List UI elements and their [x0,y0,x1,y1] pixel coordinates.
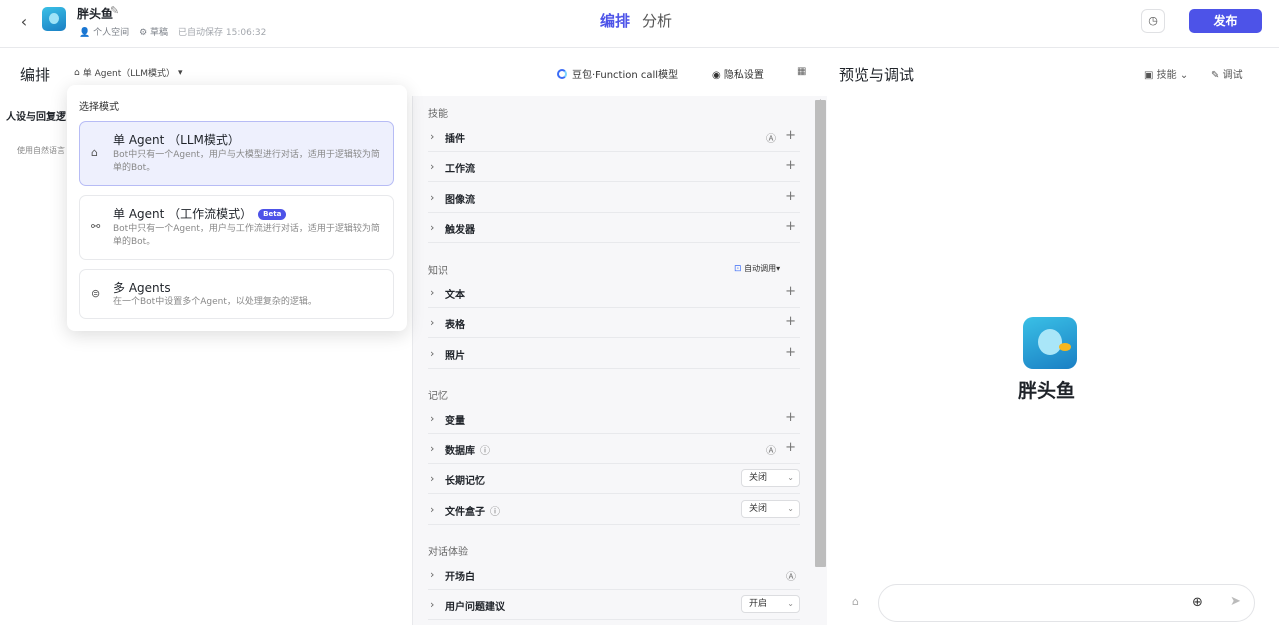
row-variable[interactable]: › 变量 + [428,404,800,434]
add-icon[interactable]: + [785,219,796,234]
row-file-box[interactable]: › 文件盒子 ⓘ 关闭 ⌄ [428,495,800,525]
model-select[interactable]: 豆包·Function call模型 [557,66,678,81]
long-term-memory-select[interactable]: 关闭 ⌄ [741,469,800,487]
file-box-select[interactable]: 关闭 ⌄ [741,500,800,518]
row-photo[interactable]: › 照片 + [428,339,800,369]
chevron-right-icon: › [430,221,435,234]
tab-arrange[interactable]: 编排 [600,10,630,31]
row-plugin[interactable]: › 插件 Ⓐ + [428,122,800,152]
preview-title: 预览与调试 [839,66,915,84]
skills-group-label: 技能 [428,109,448,120]
agent-mode-icon: ⌂ [91,146,98,159]
row-opening[interactable]: › 开场白 Ⓐ [428,560,800,590]
add-icon[interactable]: + [785,345,796,360]
arrange-title: 编排 [20,66,51,84]
skills-icon: ▣ [1144,70,1154,81]
dialog-group-label: 对话体验 [428,547,468,558]
top-bar: ‹ 胖头鱼 ✎ 👤 个人空间 ⚙ 草稿 已自动保存 15:06:32 编排 分析… [0,0,1279,48]
auto-call-select[interactable]: ⊡ 自动调用▾ [734,263,780,274]
beta-badge: Beta [258,209,287,220]
layout-grid-icon[interactable]: ▦ [797,66,806,77]
caret-down-icon: ▾ [178,67,183,78]
chevron-down-icon: ⌄ [787,504,794,513]
history-icon[interactable]: ◷ [1141,9,1165,33]
add-icon[interactable]: + [785,314,796,329]
chevron-down-icon: ⌄ [787,599,794,608]
debug-button[interactable]: ✎ 调试 [1211,66,1243,81]
autosave-label: 已自动保存 15:06:32 [178,28,267,38]
persona-hint: 使用自然语言 [17,146,65,155]
send-icon[interactable]: ➤ [1230,594,1241,609]
mode-option-llm[interactable]: ⌂ 单 Agent （LLM模式） Bot中只有一个Agent，用户与大模型进行… [79,121,394,186]
row-question-suggest[interactable]: › 用户问题建议 开启 ⌄ [428,590,800,620]
bot-meta: 👤 个人空间 ⚙ 草稿 已自动保存 15:06:32 [79,25,266,38]
bot-avatar [42,7,66,31]
memory-group-label: 记忆 [428,391,448,402]
dropdown-title: 选择模式 [79,102,119,113]
auto-call-icon: ⊡ [734,264,742,274]
bot-name: 胖头鱼 [77,7,114,21]
chevron-right-icon: › [430,472,435,485]
workflow-icon: ⚯ [91,220,101,233]
knowledge-group-label: 知识 [428,266,448,277]
chevron-right-icon: › [430,347,435,360]
chevron-right-icon: › [430,442,435,455]
privacy-settings[interactable]: ◉ 隐私设置 [712,66,764,81]
clear-chat-icon[interactable]: ⌂ [852,595,859,608]
chevron-down-icon: ⌄ [787,473,794,482]
main-tabs: 编排 分析 [600,10,672,31]
mode-option-multi[interactable]: ⊜ 多 Agents 在一个Bot中设置多个Agent，以处理复杂的逻辑。 [79,269,394,319]
auto-icon: Ⓐ [766,446,776,457]
edit-icon[interactable]: ✎ [110,4,119,17]
add-icon[interactable]: + [785,440,796,455]
agent-mode-icon: ⌂ [74,67,80,78]
row-trigger[interactable]: › 触发器 + [428,213,800,243]
chevron-right-icon: › [430,503,435,516]
chevron-right-icon: › [430,598,435,611]
row-long-term-memory[interactable]: › 长期记忆 关闭 ⌄ [428,464,800,494]
info-icon[interactable]: ⓘ [490,507,500,518]
row-database[interactable]: › 数据库 ⓘ Ⓐ + [428,434,800,464]
publish-button[interactable]: 发布 [1189,9,1262,33]
add-icon[interactable]: + [785,128,796,143]
row-table[interactable]: › 表格 + [428,308,800,338]
row-text[interactable]: › 文本 + [428,278,800,308]
mode-select[interactable]: ⌂ 单 Agent（LLM模式） ▾ [74,66,183,80]
add-icon[interactable]: + [785,410,796,425]
eye-icon: ◉ [712,70,721,81]
persona-title: 人设与回复逻 [6,112,66,123]
chevron-right-icon: › [430,412,435,425]
info-icon[interactable]: ⓘ [480,446,490,457]
draft-label: ⚙ 草稿 [139,28,169,38]
mode-option-workflow[interactable]: ⚯ 单 Agent （工作流模式） Beta Bot中只有一个Agent，用户与工… [79,195,394,260]
add-icon[interactable]: + [785,284,796,299]
skills-dropdown[interactable]: ▣ 技能 ⌄ [1144,66,1188,81]
add-icon[interactable]: + [785,158,796,173]
row-workflow[interactable]: › 工作流 + [428,152,800,182]
chevron-right-icon: › [430,286,435,299]
mode-dropdown: 选择模式 ⌂ 单 Agent （LLM模式） Bot中只有一个Agent，用户与… [67,85,407,331]
auto-icon: Ⓐ [766,134,776,145]
space-label: 👤 个人空间 [79,28,130,38]
back-arrow-icon[interactable]: ‹ [14,12,34,32]
chevron-right-icon: › [430,191,435,204]
chevron-down-icon: ⌄ [1179,70,1189,81]
multi-agent-icon: ⊜ [91,287,101,300]
scrollbar[interactable] [815,100,826,567]
preview-bot-avatar [1023,317,1077,369]
chevron-right-icon: › [430,160,435,173]
auto-icon: Ⓐ [786,572,796,583]
tab-analysis[interactable]: 分析 [642,10,672,31]
chevron-right-icon: › [430,568,435,581]
chevron-right-icon: › [430,316,435,329]
debug-icon: ✎ [1211,70,1220,81]
row-imageflow[interactable]: › 图像流 + [428,183,800,213]
chevron-right-icon: › [430,130,435,143]
question-suggest-select[interactable]: 开启 ⌄ [741,595,800,613]
add-attachment-icon[interactable]: ⊕ [1192,595,1203,610]
model-logo-icon [557,68,567,79]
preview-bot-name: 胖头鱼 [1018,380,1076,402]
add-icon[interactable]: + [785,189,796,204]
